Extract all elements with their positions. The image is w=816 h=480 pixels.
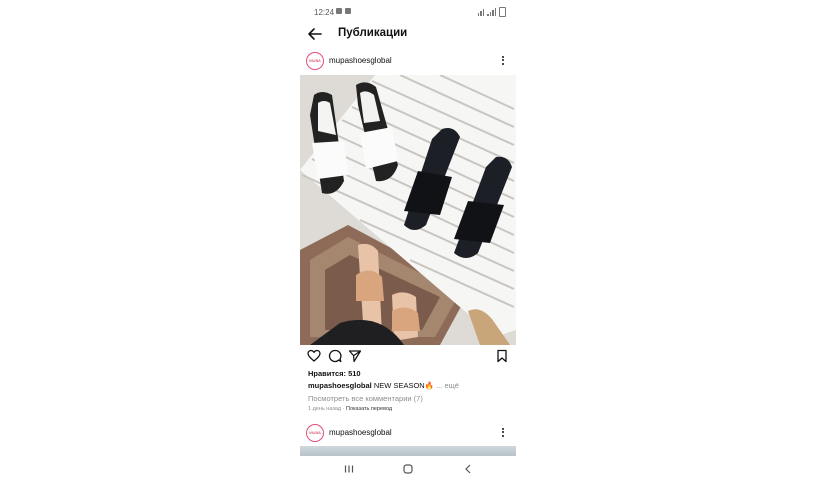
likes-count[interactable]: Нравится: 510 — [308, 369, 361, 378]
post-photo[interactable] — [300, 75, 516, 345]
arrow-left-icon[interactable] — [306, 25, 324, 43]
status-bar: 12:24 — [300, 0, 516, 24]
next-post-photo[interactable] — [300, 446, 516, 456]
battery-icon — [499, 7, 506, 17]
comment-icon[interactable] — [328, 349, 342, 363]
post-header: MUBA mupashoesglobal — [300, 420, 516, 448]
post-header: MUBA mupashoesglobal — [300, 48, 516, 76]
avatar[interactable]: MUBA — [306, 52, 324, 70]
phone-screen: 12:24 Публикации MUBA mupashoesglobal Нр… — [300, 0, 516, 480]
avatar[interactable]: MUBA — [306, 424, 324, 442]
post-time: 1 день назад — [308, 406, 342, 412]
send-icon[interactable] — [348, 349, 362, 363]
status-right-icons — [477, 7, 506, 17]
post-username[interactable]: mupashoesglobal — [329, 428, 392, 437]
more-vertical-icon[interactable] — [500, 426, 506, 440]
post-username[interactable]: mupashoesglobal — [329, 56, 392, 65]
recent-apps-icon[interactable] — [342, 462, 356, 476]
caption-username[interactable]: mupashoesglobal — [308, 381, 372, 390]
home-icon[interactable] — [401, 462, 415, 476]
wifi-icon — [477, 8, 484, 16]
show-translation-link[interactable]: Показать перевод — [346, 406, 392, 412]
avatar-logo-text: MUBA — [309, 430, 321, 435]
status-time: 12:24 — [314, 8, 335, 17]
bookmark-icon[interactable] — [495, 349, 509, 363]
system-navigation-bar — [300, 456, 516, 480]
view-comments-link[interactable]: Посмотреть все комментарии (7) — [308, 394, 423, 403]
more-vertical-icon[interactable] — [500, 54, 506, 68]
caption-more-link[interactable]: ... ещё — [434, 381, 459, 390]
youtube-notification-icon — [336, 8, 342, 14]
heart-icon[interactable] — [307, 349, 321, 363]
post-caption: mupashoesglobal NEW SEASON🔥 ... ещё — [308, 381, 459, 390]
post-actions — [300, 348, 516, 366]
post-meta: 1 день назад · Показать перевод — [308, 406, 392, 412]
signal-icon — [487, 8, 496, 16]
caption-text: NEW SEASON🔥 — [373, 381, 435, 390]
check-notification-icon — [345, 8, 351, 14]
avatar-logo-text: MUBA — [309, 58, 321, 63]
notification-icons — [336, 8, 351, 14]
back-icon[interactable] — [461, 462, 475, 476]
top-app-bar: Публикации — [300, 22, 516, 46]
page-title: Публикации — [338, 27, 408, 39]
